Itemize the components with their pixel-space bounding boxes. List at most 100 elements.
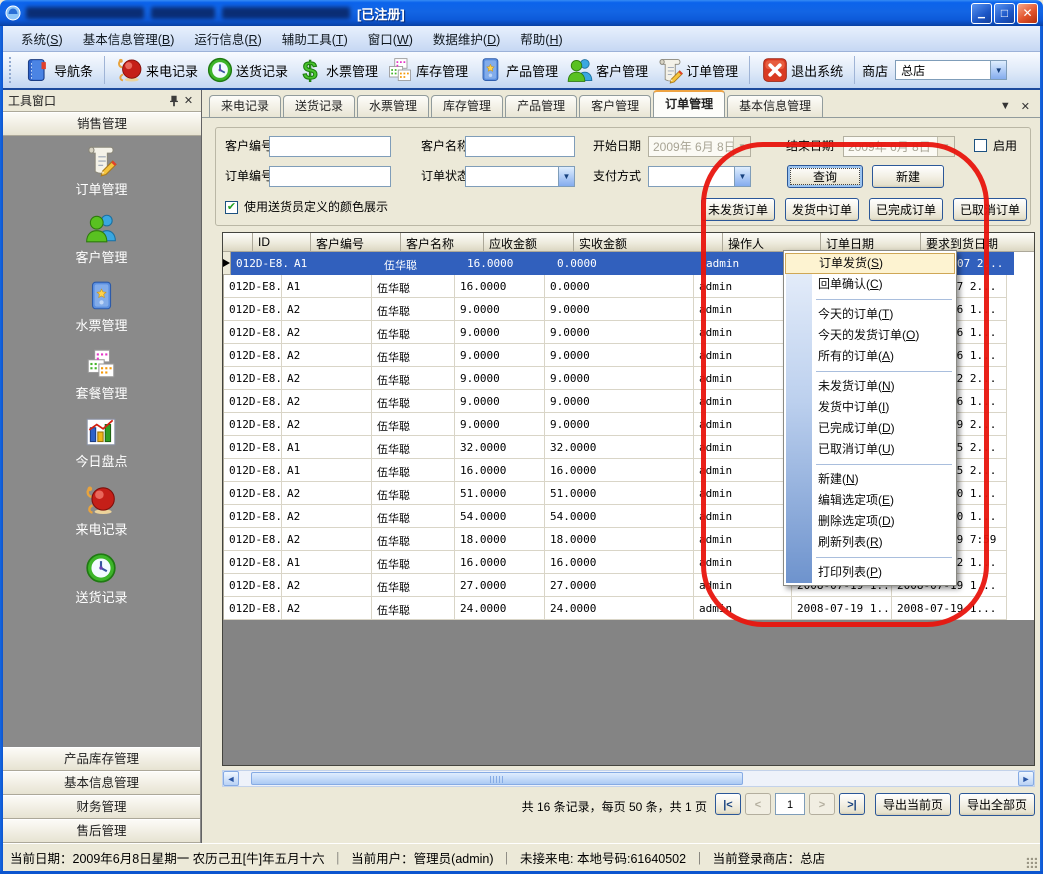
menubar-item-6[interactable]: 帮助(H) <box>510 25 572 52</box>
new-button[interactable]: 新建 <box>872 165 944 188</box>
toolbar-grip-handle[interactable] <box>9 57 14 83</box>
prev-page-button[interactable]: < <box>745 793 771 815</box>
table-cell: 伍华聪 <box>372 528 455 551</box>
scrollbar-thumb[interactable] <box>251 772 743 785</box>
table-row[interactable]: 012D-E8...A2伍华聪24.000024.0000admin2008-0… <box>223 597 1034 620</box>
sidebar-section-1[interactable]: 基本信息管理 <box>3 771 200 795</box>
scroll-left-icon[interactable]: ◄ <box>223 771 239 786</box>
tab-water-ticket[interactable]: 水票管理 <box>357 95 429 117</box>
column-header-1[interactable]: 客户编号 <box>311 233 401 252</box>
toolbar-product-button[interactable]: 产品管理 <box>472 54 562 86</box>
status-filter-button-1[interactable]: 发货中订单 <box>785 198 859 221</box>
close-icon[interactable]: ✕ <box>181 93 196 108</box>
menubar-item-1[interactable]: 基本信息管理(B) <box>73 25 185 52</box>
tab-delivery-record[interactable]: 送货记录 <box>283 95 355 117</box>
toolbar-water-ticket-button[interactable]: $水票管理 <box>292 54 382 86</box>
pay-method-select[interactable]: ▼ <box>648 166 751 187</box>
sidebar-section-2[interactable]: 财务管理 <box>3 795 200 819</box>
context-menu-item-10[interactable]: 已取消订单(U) <box>785 439 955 460</box>
context-menu-item-9[interactable]: 已完成订单(D) <box>785 418 955 439</box>
color-display-checkbox[interactable] <box>225 201 238 214</box>
close-button[interactable] <box>1017 3 1038 24</box>
column-header-4[interactable]: 实收金额 <box>574 233 723 252</box>
sidebar-item-delivery-record[interactable]: 送货记录 <box>75 551 127 606</box>
store-select[interactable]: 总店 ▼ <box>895 60 1007 80</box>
last-page-button[interactable]: >| <box>839 793 865 815</box>
tab-basic-info[interactable]: 基本信息管理 <box>727 95 823 117</box>
maximize-button[interactable] <box>994 3 1015 24</box>
horizontal-scrollbar[interactable]: ◄ ► <box>222 770 1035 787</box>
context-menu-item-1[interactable]: 回单确认(C) <box>785 274 955 295</box>
toolbar-customer-button[interactable]: 客户管理 <box>562 54 652 86</box>
context-menu-item-7[interactable]: 未发货订单(N) <box>785 376 955 397</box>
pin-icon[interactable] <box>167 94 181 108</box>
sidebar-section-0[interactable]: 产品库存管理 <box>3 747 200 771</box>
scroll-right-icon[interactable]: ► <box>1018 771 1034 786</box>
first-page-button[interactable]: |< <box>715 793 741 815</box>
tab-product[interactable]: 产品管理 <box>505 95 577 117</box>
sidebar-section-3[interactable]: 售后管理 <box>3 819 200 843</box>
toolbar-delivery-record-button[interactable]: 送货记录 <box>202 54 292 86</box>
status-filter-button-3[interactable]: 已取消订单 <box>953 198 1027 221</box>
toolbar-order-button[interactable]: 订单管理 <box>652 54 742 86</box>
context-menu-item-8[interactable]: 发货中订单(I) <box>785 397 955 418</box>
customer-no-input[interactable] <box>269 136 391 157</box>
menubar-item-4[interactable]: 窗口(W) <box>358 25 423 52</box>
table-cell: admin <box>694 298 792 321</box>
context-menu-item-0[interactable]: 订单发货(S) <box>785 253 955 274</box>
resize-grip[interactable] <box>1025 856 1038 869</box>
column-header-0[interactable]: ID <box>253 233 311 252</box>
context-menu-item-14[interactable]: 删除选定项(D) <box>785 511 955 532</box>
status-filter-button-0[interactable]: 未发货订单 <box>701 198 775 221</box>
context-menu-item-17[interactable]: 打印列表(P) <box>785 562 955 583</box>
menubar-item-0[interactable]: 系统(S) <box>11 25 73 52</box>
order-no-input[interactable] <box>269 166 391 187</box>
status-bar: 当前日期：2009年6月8日星期一 农历己丑[牛]年五月十六｜当前用户：管理员(… <box>3 843 1040 871</box>
page-number-box[interactable]: 1 <box>775 793 805 815</box>
context-menu-item-5[interactable]: 所有的订单(A) <box>785 346 955 367</box>
sidebar-section-sales[interactable]: 销售管理 <box>3 112 201 136</box>
sidebar-item-order[interactable]: 订单管理 <box>75 143 127 198</box>
tab-list-dropdown-icon[interactable]: ▼ <box>1000 100 1011 113</box>
tab-incoming-call[interactable]: 来电记录 <box>209 95 281 117</box>
start-date-picker[interactable]: 2009年 6月 8日 ▼ <box>648 136 751 157</box>
toolbar-inventory-button[interactable]: 库存管理 <box>382 54 472 86</box>
column-header-2[interactable]: 客户名称 <box>401 233 484 252</box>
export-all-pages-button[interactable]: 导出全部页 <box>959 793 1035 816</box>
end-date-picker[interactable]: 2009年 6月 8日 ▼ <box>843 136 955 157</box>
context-menu-item-15[interactable]: 刷新列表(R) <box>785 532 955 553</box>
table-cell: admin <box>694 413 792 436</box>
tab-inventory[interactable]: 库存管理 <box>431 95 503 117</box>
sidebar-item-package[interactable]: 套餐管理 <box>75 347 127 402</box>
enable-checkbox[interactable] <box>974 139 987 152</box>
toolbar-exit-button[interactable]: 退出系统 <box>757 54 847 86</box>
chevron-down-icon[interactable]: ▼ <box>990 61 1006 79</box>
context-menu-item-13[interactable]: 编辑选定项(E) <box>785 490 955 511</box>
order-status-select[interactable]: ▼ <box>465 166 575 187</box>
toolbar-incoming-call-button[interactable]: 来电记录 <box>112 54 202 86</box>
context-menu-item-3[interactable]: 今天的订单(T) <box>785 304 955 325</box>
context-menu-item-4[interactable]: 今天的发货订单(O) <box>785 325 955 346</box>
table-cell: 伍华聪 <box>372 390 455 413</box>
table-cell: 012D-E8... <box>224 275 282 298</box>
minimize-button[interactable] <box>971 3 992 24</box>
toolbar-navigator-button[interactable]: 导航条 <box>20 54 97 86</box>
customer-name-input[interactable] <box>465 136 575 157</box>
tab-order[interactable]: 订单管理 <box>653 90 725 117</box>
row-selector-cell[interactable] <box>223 252 231 275</box>
next-page-button[interactable]: > <box>809 793 835 815</box>
tab-close-icon[interactable]: ✕ <box>1021 100 1030 113</box>
sidebar-item-today-check[interactable]: 今日盘点 <box>75 415 127 470</box>
context-menu-item-12[interactable]: 新建(N) <box>785 469 955 490</box>
column-header-3[interactable]: 应收金额 <box>484 233 574 252</box>
menubar-item-5[interactable]: 数据维护(D) <box>423 25 510 52</box>
export-current-page-button[interactable]: 导出当前页 <box>875 793 951 816</box>
sidebar-item-water-ticket[interactable]: 水票管理 <box>75 279 127 334</box>
menubar-item-2[interactable]: 运行信息(R) <box>184 25 271 52</box>
sidebar-item-incoming-call[interactable]: 来电记录 <box>75 483 127 538</box>
tab-customer[interactable]: 客户管理 <box>579 95 651 117</box>
query-button[interactable]: 查询 <box>787 165 863 188</box>
menubar-item-3[interactable]: 辅助工具(T) <box>272 25 358 52</box>
status-filter-button-2[interactable]: 已完成订单 <box>869 198 943 221</box>
sidebar-item-customer[interactable]: 客户管理 <box>75 211 127 266</box>
